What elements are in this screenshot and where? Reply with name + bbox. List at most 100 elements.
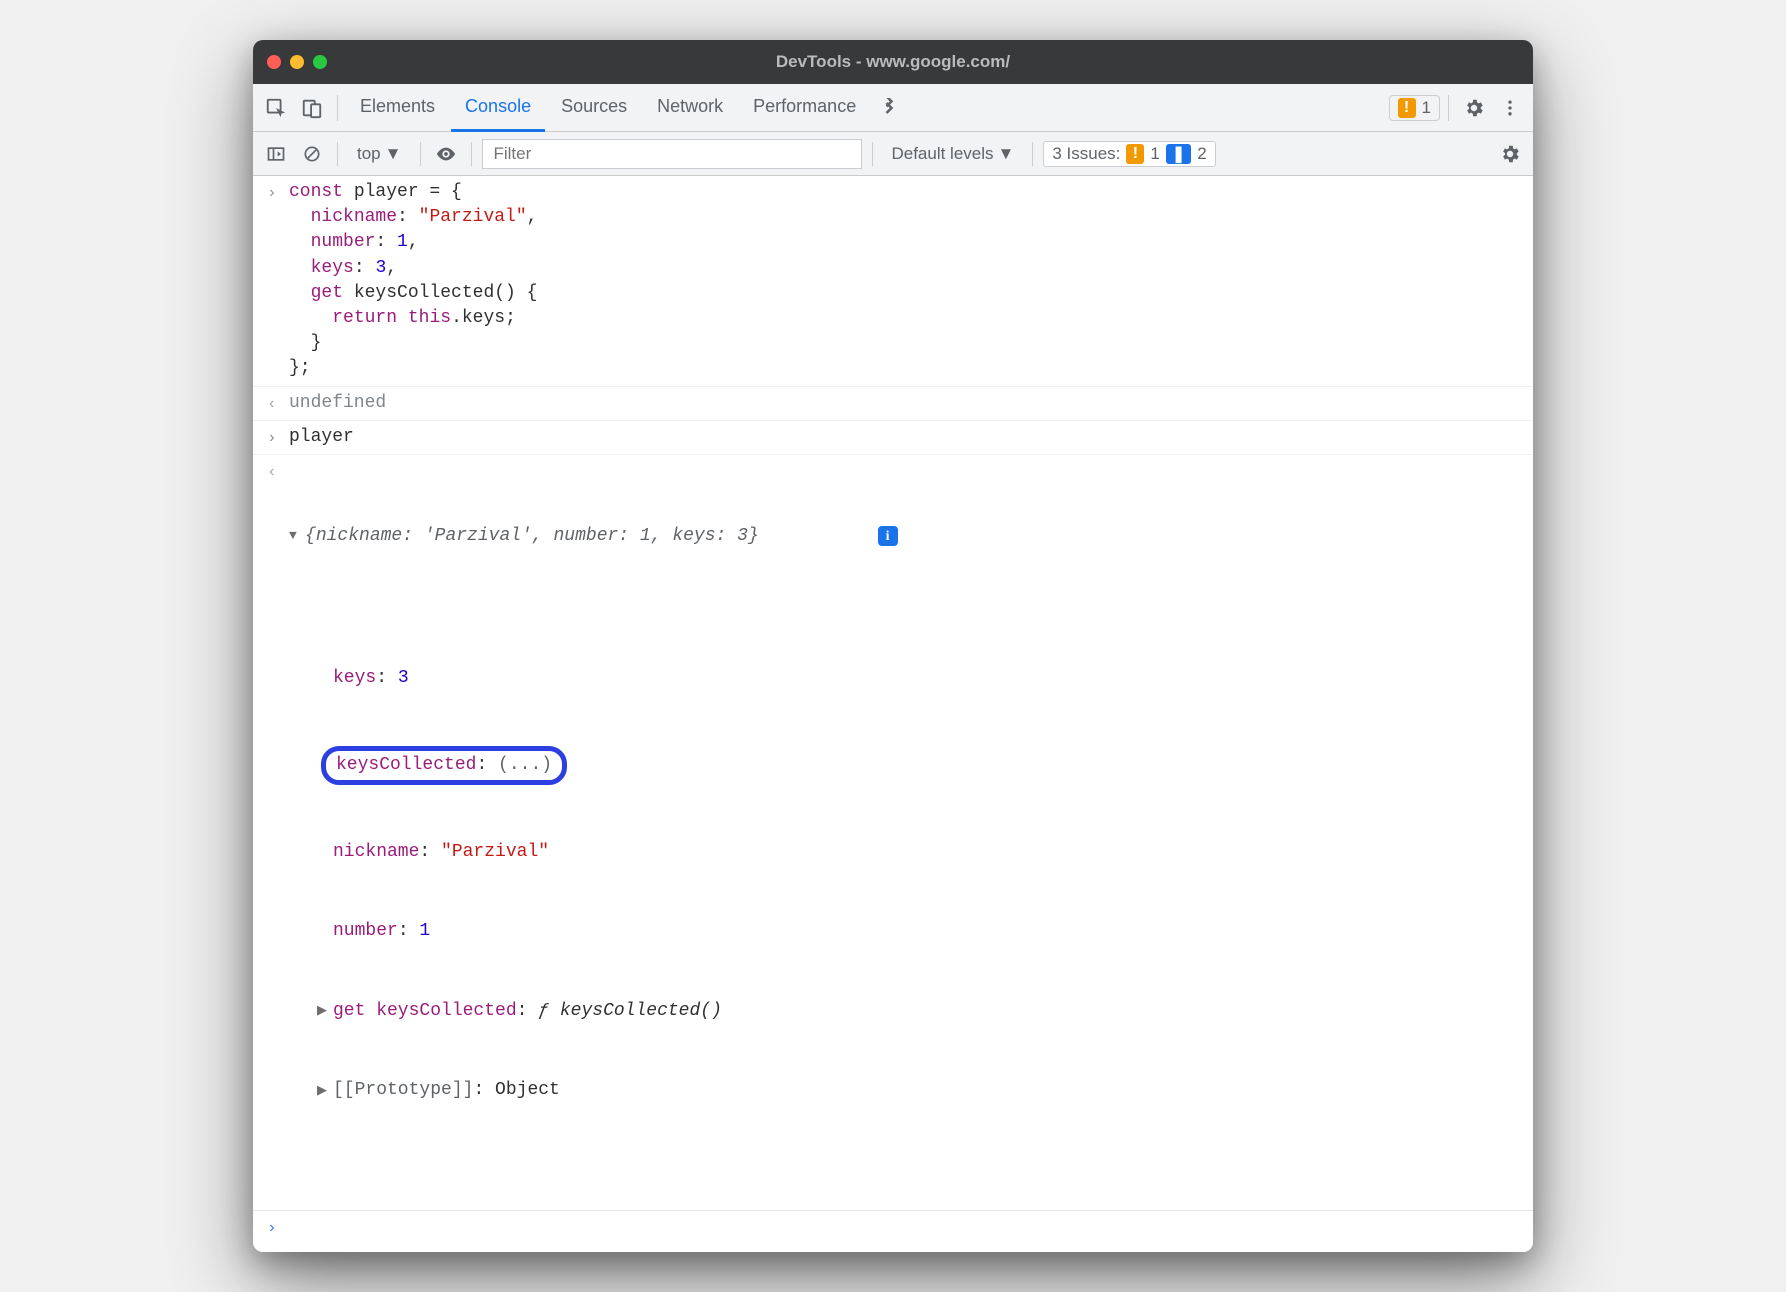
disclosure-triangle-icon[interactable]: ▶ [317,1082,333,1100]
property-name: get keysCollected [333,999,517,1024]
separator [337,95,338,121]
live-expression-icon[interactable] [431,139,461,169]
top-issue-badge[interactable]: ! 1 [1389,95,1440,121]
sidebar-toggle-icon[interactable] [261,139,291,169]
property-value: "Parzival" [441,840,549,865]
device-toolbar-icon[interactable] [295,91,329,125]
code-text: player [289,427,354,447]
main-tabbar: Elements Console Sources Network Perform… [253,84,1533,132]
console-toolbar: top ▼ Default levels ▼ 3 Issues: ! 1 ❚ 2 [253,132,1533,176]
warning-icon: ! [1126,144,1144,164]
tab-elements[interactable]: Elements [346,84,449,132]
minimize-window-button[interactable] [290,55,304,69]
warning-icon: ! [1398,98,1416,118]
tab-network[interactable]: Network [643,84,737,132]
kebab-menu-icon[interactable] [1493,91,1527,125]
separator [337,142,338,166]
property: nickname [311,207,397,227]
number-literal: 1 [397,232,408,252]
function-value: ƒ keysCollected() [538,999,722,1024]
levels-label: Default levels [891,144,993,164]
clear-console-icon[interactable] [297,139,327,169]
separator [471,142,472,166]
property-row[interactable]: keys: 3 [317,664,1523,693]
tab-performance[interactable]: Performance [739,84,870,132]
code-text: keysCollected() { [343,283,537,303]
property-value: 3 [398,666,409,691]
keyword: const [289,182,343,202]
property: keys [311,258,354,278]
context-label: top [357,144,381,164]
separator [1448,95,1449,121]
separator [1032,142,1033,166]
disclosure-triangle-icon[interactable]: ▼ [289,527,305,545]
output-marker-icon: ‹ [267,459,289,483]
property-name: [[Prototype]] [333,1078,473,1103]
filter-input[interactable] [482,139,862,169]
console-input-row: › const player = { nickname: "Parzival",… [253,176,1533,387]
console-settings-icon[interactable] [1495,139,1525,169]
titlebar: DevTools - www.google.com/ [253,40,1533,84]
settings-icon[interactable] [1457,91,1491,125]
undefined-value: undefined [289,393,386,413]
prompt-marker-icon: › [267,1215,289,1239]
object-tree: keys: 3 keysCollected: (...) nickname: "… [289,614,1523,1156]
number-literal: 3 [375,258,386,278]
object-output: ▼ {nickname: 'Parzival', number: 1, keys… [289,459,1523,1206]
disclosure-triangle-icon[interactable]: ▶ [317,1002,333,1020]
property-row[interactable]: ▶ [[Prototype]]: Object [317,1076,1523,1105]
devtools-window: DevTools - www.google.com/ Elements Cons… [253,40,1533,1252]
property-row-highlighted[interactable]: keysCollected: (...) [317,744,1523,787]
code-input[interactable]: player [289,425,1523,450]
keyword: return [332,308,397,328]
console-body: › const player = { nickname: "Parzival",… [253,176,1533,1252]
console-output-row: ‹ ▼ {nickname: 'Parzival', number: 1, ke… [253,455,1533,1210]
property-row[interactable]: ▶ get keysCollected: ƒ keysCollected() [317,997,1523,1026]
console-input-row: › player [253,421,1533,455]
zoom-window-button[interactable] [313,55,327,69]
code-text: } [289,333,321,353]
separator [872,142,873,166]
close-window-button[interactable] [267,55,281,69]
input-marker-icon: › [267,180,289,204]
dropdown-icon: ▼ [385,144,402,164]
window-controls [267,55,327,69]
code-text: }; [289,358,311,378]
property-value: 1 [419,919,430,944]
keyword: this [408,308,451,328]
context-selector[interactable]: top ▼ [348,140,410,168]
highlight-annotation: keysCollected: (...) [321,746,567,785]
info-icon: ❚ [1166,144,1191,164]
dropdown-icon: ▼ [998,144,1015,164]
console-output-row: ‹ undefined [253,387,1533,421]
object-summary[interactable]: {nickname: 'Parzival', number: 1, keys: … [305,524,759,549]
log-levels-selector[interactable]: Default levels ▼ [883,144,1022,164]
property-name: keysCollected [336,755,476,775]
keyword: get [311,283,343,303]
property-name: number [333,919,398,944]
more-tabs-icon[interactable] [872,91,906,125]
issues-label: 3 Issues: [1052,144,1120,164]
issues-button[interactable]: 3 Issues: ! 1 ❚ 2 [1043,141,1215,167]
code-text: player = { [343,182,462,202]
console-prompt-row[interactable]: › [253,1210,1533,1243]
property-row[interactable]: nickname: "Parzival" [317,838,1523,867]
tab-sources[interactable]: Sources [547,84,641,132]
separator [420,142,421,166]
input-marker-icon: › [267,425,289,449]
issues-warn-count: 1 [1150,144,1159,164]
code-text: .keys; [451,308,516,328]
getter-placeholder[interactable]: (...) [498,755,552,775]
info-icon[interactable]: i [878,526,898,546]
window-title: DevTools - www.google.com/ [253,52,1533,72]
tab-console[interactable]: Console [451,84,545,132]
issues-info-count: 2 [1197,144,1206,164]
code-input[interactable]: const player = { nickname: "Parzival", n… [289,180,1523,382]
property-name: keys [333,666,376,691]
property-row[interactable]: number: 1 [317,917,1523,946]
top-issue-count: 1 [1422,98,1431,118]
inspect-element-icon[interactable] [259,91,293,125]
property: number [311,232,376,252]
string-literal: "Parzival" [419,207,527,227]
output-marker-icon: ‹ [267,391,289,415]
